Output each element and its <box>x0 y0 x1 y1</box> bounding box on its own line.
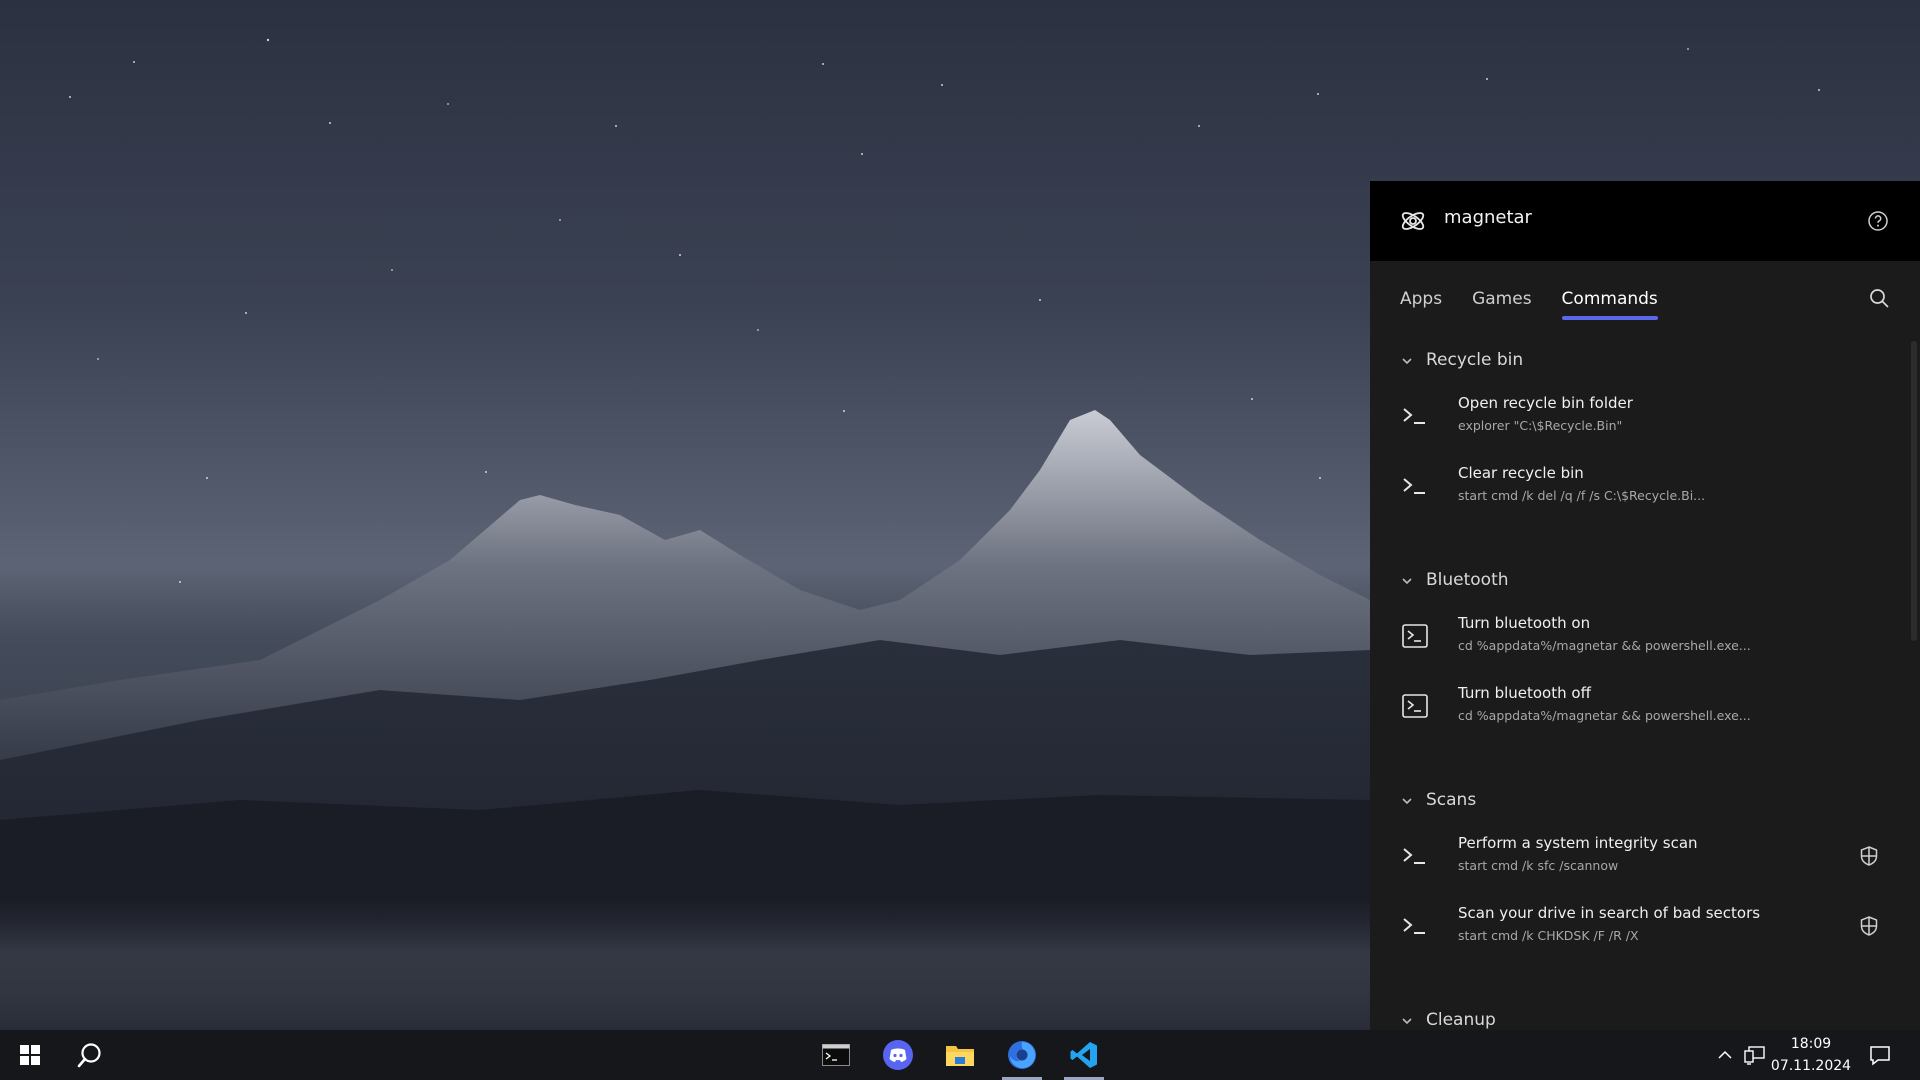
list-item[interactable]: Turn bluetooth on cd %appdata%/magnetar … <box>1370 601 1920 671</box>
taskbar-app-file-explorer[interactable] <box>934 1030 986 1080</box>
item-command: start cmd /k CHKDSK /F /R /X <box>1458 928 1639 943</box>
item-title: Open recycle bin folder <box>1458 394 1633 412</box>
tray-overflow-button[interactable] <box>1712 1030 1738 1080</box>
chevron-down-icon <box>1402 578 1412 585</box>
chevron-down-icon <box>1402 1018 1412 1025</box>
tab-games[interactable]: Games <box>1472 284 1531 320</box>
item-command: cd %appdata%/magnetar && powershell.exe.… <box>1458 708 1751 723</box>
item-title: Scan your drive in search of bad sectors <box>1458 904 1761 922</box>
panel-header: magnetar <box>1370 181 1920 261</box>
magnet-atom-icon <box>1401 212 1425 230</box>
section-title: Bluetooth <box>1426 570 1509 590</box>
taskbar-app-vscode[interactable] <box>1058 1030 1110 1080</box>
powershell-icon <box>1402 694 1428 718</box>
taskbar <box>0 1030 1920 1080</box>
section-title: Cleanup <box>1426 1010 1496 1030</box>
discord-icon <box>883 1040 913 1070</box>
item-command: explorer "C:\$Recycle.Bin" <box>1458 418 1623 433</box>
notification-center-button[interactable] <box>1862 1030 1898 1080</box>
command-list: Recycle bin Open recycle bin folder expl… <box>1370 341 1920 1030</box>
windows-start-icon <box>20 1045 40 1065</box>
cmd-prompt-icon <box>1403 478 1425 494</box>
list-item[interactable]: Clear recycle bin start cmd /k del /q /f… <box>1370 451 1920 521</box>
list-item[interactable]: Turn bluetooth off cd %appdata%/magnetar… <box>1370 671 1920 741</box>
taskbar-app-terminal[interactable] <box>810 1030 862 1080</box>
admin-shield-icon <box>1860 846 1878 866</box>
vscode-icon <box>1070 1042 1097 1068</box>
firefox-icon <box>1008 1041 1036 1069</box>
help-circle-icon[interactable] <box>1867 210 1889 232</box>
item-title: Turn bluetooth on <box>1458 614 1591 632</box>
cmd-prompt-icon <box>1403 918 1425 934</box>
search-icon[interactable] <box>1868 287 1890 309</box>
taskbar-app-discord[interactable] <box>872 1030 924 1080</box>
notification-icon <box>1870 1046 1890 1066</box>
chevron-down-icon <box>1402 798 1412 805</box>
tab-commands[interactable]: Commands <box>1561 284 1659 320</box>
cmd-prompt-icon <box>1403 848 1425 864</box>
item-title: Clear recycle bin <box>1458 464 1584 482</box>
item-title: Turn bluetooth off <box>1458 684 1591 702</box>
cmd-prompt-icon <box>1403 408 1425 424</box>
taskbar-search-button[interactable] <box>62 1030 118 1080</box>
item-command: start cmd /k del /q /f /s C:\$Recycle.Bi… <box>1458 488 1706 503</box>
chevron-up-icon <box>1718 1050 1732 1059</box>
terminal-icon <box>822 1044 850 1066</box>
section-header-cleanup[interactable]: Cleanup <box>1370 1001 1920 1030</box>
chevron-down-icon <box>1402 358 1412 365</box>
item-command: start cmd /k sfc /scannow <box>1458 858 1619 873</box>
clock-date[interactable]: 07.11.2024 <box>1770 1058 1852 1074</box>
start-button[interactable] <box>0 1030 60 1080</box>
section-header-recycle-bin[interactable]: Recycle bin <box>1370 341 1920 381</box>
tray-network-button[interactable] <box>1740 1030 1770 1080</box>
file-explorer-icon <box>946 1046 974 1066</box>
tab-bar: Apps Games Commands <box>1400 284 1659 324</box>
list-item[interactable]: Scan your drive in search of bad sectors… <box>1370 891 1920 961</box>
admin-shield-icon <box>1860 916 1878 936</box>
list-item[interactable]: Perform a system integrity scan start cm… <box>1370 821 1920 891</box>
taskbar-app-firefox[interactable] <box>996 1030 1048 1080</box>
search-icon <box>77 1043 101 1068</box>
magnetar-panel: magnetar Apps Games Commands Recycle bin <box>1370 181 1920 1030</box>
section-title: Recycle bin <box>1426 350 1524 370</box>
item-command: cd %appdata%/magnetar && powershell.exe.… <box>1458 638 1751 653</box>
network-icon <box>1744 1046 1765 1065</box>
tab-apps[interactable]: Apps <box>1400 284 1442 320</box>
app-title: magnetar <box>1444 207 1532 228</box>
list-item[interactable]: Open recycle bin folder explorer "C:\$Re… <box>1370 381 1920 451</box>
section-header-bluetooth[interactable]: Bluetooth <box>1370 561 1920 601</box>
clock-time[interactable]: 18:09 <box>1776 1036 1846 1052</box>
powershell-icon <box>1402 624 1428 648</box>
item-title: Perform a system integrity scan <box>1458 834 1698 852</box>
section-title: Scans <box>1426 790 1477 810</box>
section-header-scans[interactable]: Scans <box>1370 781 1920 821</box>
